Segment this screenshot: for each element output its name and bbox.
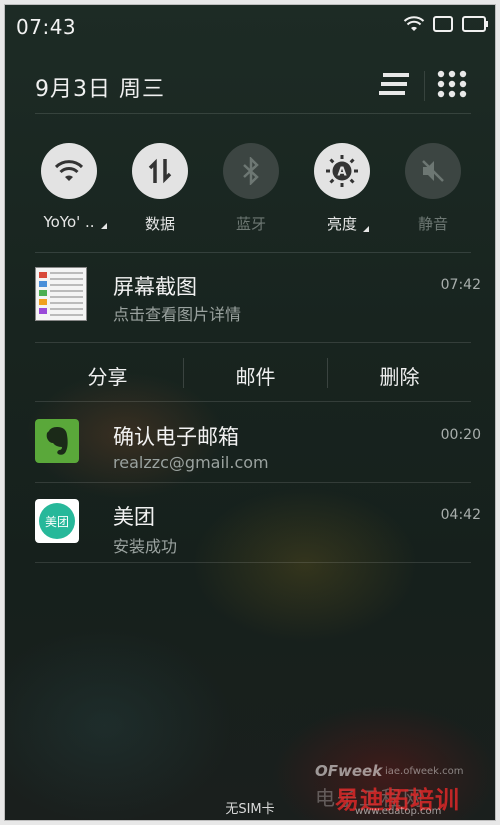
toggle-mute[interactable]: 静音 — [393, 143, 473, 234]
mute-icon — [422, 160, 444, 182]
notification-rule — [35, 562, 471, 563]
watermark-site: iae.ofweek.com — [385, 766, 464, 777]
screenshot-actions: 分享 邮件 删除 — [35, 350, 481, 400]
sim-status-icon — [433, 16, 453, 32]
toggle-data[interactable]: 数据 — [120, 143, 200, 234]
brightness-auto-icon: A — [326, 155, 358, 187]
meituan-icon: 美团 — [35, 499, 79, 543]
notification-subtitle: 点击查看图片详情 — [113, 305, 242, 324]
watermark-brand: OFweek — [315, 762, 383, 780]
toggle-label: 静音 — [417, 215, 448, 233]
mute-toggle-circle[interactable] — [405, 143, 461, 199]
battery-icon — [462, 16, 488, 32]
notification-time: 07:42 — [440, 277, 481, 293]
notification-screenshot[interactable]: 屏幕截图 点击查看图片详情 07:42 — [35, 263, 481, 333]
toggle-label: 亮度 — [327, 213, 369, 234]
data-transfer-icon — [148, 158, 172, 184]
notification-list-button[interactable] — [377, 69, 411, 99]
status-bar: 07:43 — [5, 5, 495, 47]
notification-time: 00:20 — [440, 427, 481, 443]
toggle-wifi[interactable]: YoYo' .. — [29, 143, 109, 231]
meituan-badge: 美团 — [39, 503, 75, 539]
notification-subtitle: realzzc@gmail.com — [113, 453, 269, 472]
email-button[interactable]: 邮件 — [183, 350, 328, 400]
share-button[interactable]: 分享 — [35, 350, 180, 400]
notification-rule — [35, 401, 471, 402]
toggle-label: YoYo' .. — [43, 213, 107, 231]
toggle-label: 蓝牙 — [235, 215, 266, 233]
bluetooth-toggle-circle[interactable] — [223, 143, 279, 199]
notification-title: 美团 — [113, 505, 155, 529]
watermark: OFweek iae.ofweek.com 电子工程网 易迪拓培训 www.ed… — [315, 762, 485, 817]
notification-title: 屏幕截图 — [113, 275, 197, 299]
toggle-bluetooth[interactable]: 蓝牙 — [211, 143, 291, 234]
caret-icon — [100, 223, 107, 229]
notification-title: 确认电子邮箱 — [113, 425, 239, 449]
notification-rule — [35, 482, 471, 483]
header-rule — [35, 113, 471, 114]
toggle-brightness[interactable]: A 亮度 — [302, 143, 382, 234]
header-divider — [424, 71, 425, 101]
date-label: 9月3日 周三 — [35, 77, 165, 102]
delete-button[interactable]: 删除 — [327, 350, 472, 400]
toggles-rule — [35, 252, 471, 253]
wifi-toggle-circle[interactable] — [41, 143, 97, 199]
toggle-label: 数据 — [144, 215, 175, 233]
app-grid-button[interactable] — [435, 69, 469, 99]
notification-shade: 07:43 9月3日 周三 YoYo' .. 数据 蓝牙 A 亮度 静音 屏幕截… — [4, 4, 496, 821]
caret-icon — [363, 226, 369, 232]
notification-rule — [35, 342, 471, 343]
evernote-icon — [35, 419, 79, 463]
data-toggle-circle[interactable] — [132, 143, 188, 199]
watermark-site2: www.edatop.com — [355, 806, 442, 817]
brightness-toggle-circle[interactable]: A — [314, 143, 370, 199]
svg-text:A: A — [337, 165, 347, 179]
notification-subtitle: 安装成功 — [113, 537, 178, 556]
wifi-status-icon — [403, 16, 425, 31]
status-time: 07:43 — [16, 15, 77, 39]
wifi-icon — [54, 160, 84, 181]
notification-meituan[interactable]: 美团 美团 安装成功 04:42 — [35, 491, 481, 561]
notification-time: 04:42 — [440, 507, 481, 523]
screenshot-thumbnail-icon — [35, 267, 87, 321]
notification-email-confirm[interactable]: 确认电子邮箱 realzzc@gmail.com 00:20 — [35, 411, 481, 481]
bluetooth-icon — [243, 157, 259, 185]
